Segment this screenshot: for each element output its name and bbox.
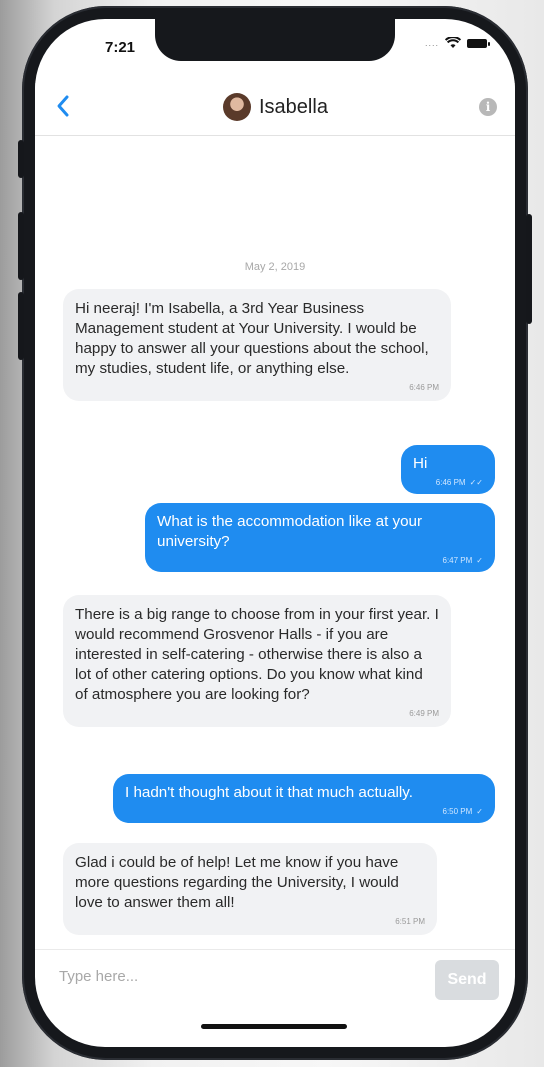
message-text: Hi neeraj! I'm Isabella, a 3rd Year Busi… [75, 300, 429, 377]
message-composer: Send [35, 949, 515, 1000]
message-time: 6:47 PM ✓ [442, 556, 484, 565]
contact-name: Isabella [259, 95, 328, 118]
message-time: 6:49 PM [409, 709, 439, 718]
message-time: 6:51 PM [395, 917, 425, 926]
message-bubble-outgoing: Hi 6:46 PM ✓✓ [401, 445, 495, 494]
battery-icon [467, 38, 490, 48]
sent-receipt-icon: ✓ [476, 556, 483, 565]
phone-frame: 7:21 .... Isabella i May 2, 2019 Hi neer… [18, 6, 532, 1060]
message-text: There is a big range to choose from in y… [75, 606, 439, 703]
info-icon[interactable]: i [479, 98, 497, 116]
status-time: 7:21 [105, 39, 136, 56]
wifi-icon [445, 37, 461, 48]
message-input[interactable] [57, 964, 361, 988]
message-bubble-incoming: Glad i could be of help! Let me know if … [63, 843, 437, 935]
notch [155, 19, 395, 61]
screen: 7:21 .... Isabella i May 2, 2019 Hi neer… [35, 19, 515, 1047]
contact-title[interactable]: Isabella [223, 93, 328, 121]
message-time: 6:46 PM [409, 383, 439, 392]
message-text: I hadn't thought about it that much actu… [125, 784, 413, 801]
home-indicator[interactable] [201, 1024, 347, 1029]
message-text: What is the accommodation like at your u… [157, 513, 423, 550]
message-bubble-incoming: There is a big range to choose from in y… [63, 595, 451, 727]
message-text: Hi [413, 455, 428, 472]
power-button [526, 214, 532, 324]
message-bubble-outgoing: I hadn't thought about it that much actu… [113, 774, 495, 823]
message-bubble-incoming: Hi neeraj! I'm Isabella, a 3rd Year Busi… [63, 289, 451, 401]
avatar [223, 93, 251, 121]
send-button[interactable]: Send [435, 960, 499, 1000]
status-indicators: .... [424, 37, 490, 49]
volume-up-button [18, 212, 24, 280]
sent-receipt-icon: ✓ [476, 807, 483, 816]
chevron-left-icon[interactable] [49, 91, 79, 121]
mute-switch [18, 140, 24, 178]
message-time: 6:50 PM ✓ [442, 807, 484, 816]
volume-down-button [18, 292, 24, 360]
chat-header: Isabella i [35, 83, 515, 136]
message-time: 6:46 PM ✓✓ [435, 478, 483, 487]
message-bubble-outgoing: What is the accommodation like at your u… [145, 503, 495, 572]
message-text: Glad i could be of help! Let me know if … [75, 854, 399, 911]
conversation-date: May 2, 2019 [244, 261, 306, 273]
signal-dots: .... [424, 38, 439, 48]
read-receipt-icon: ✓✓ [469, 478, 483, 487]
